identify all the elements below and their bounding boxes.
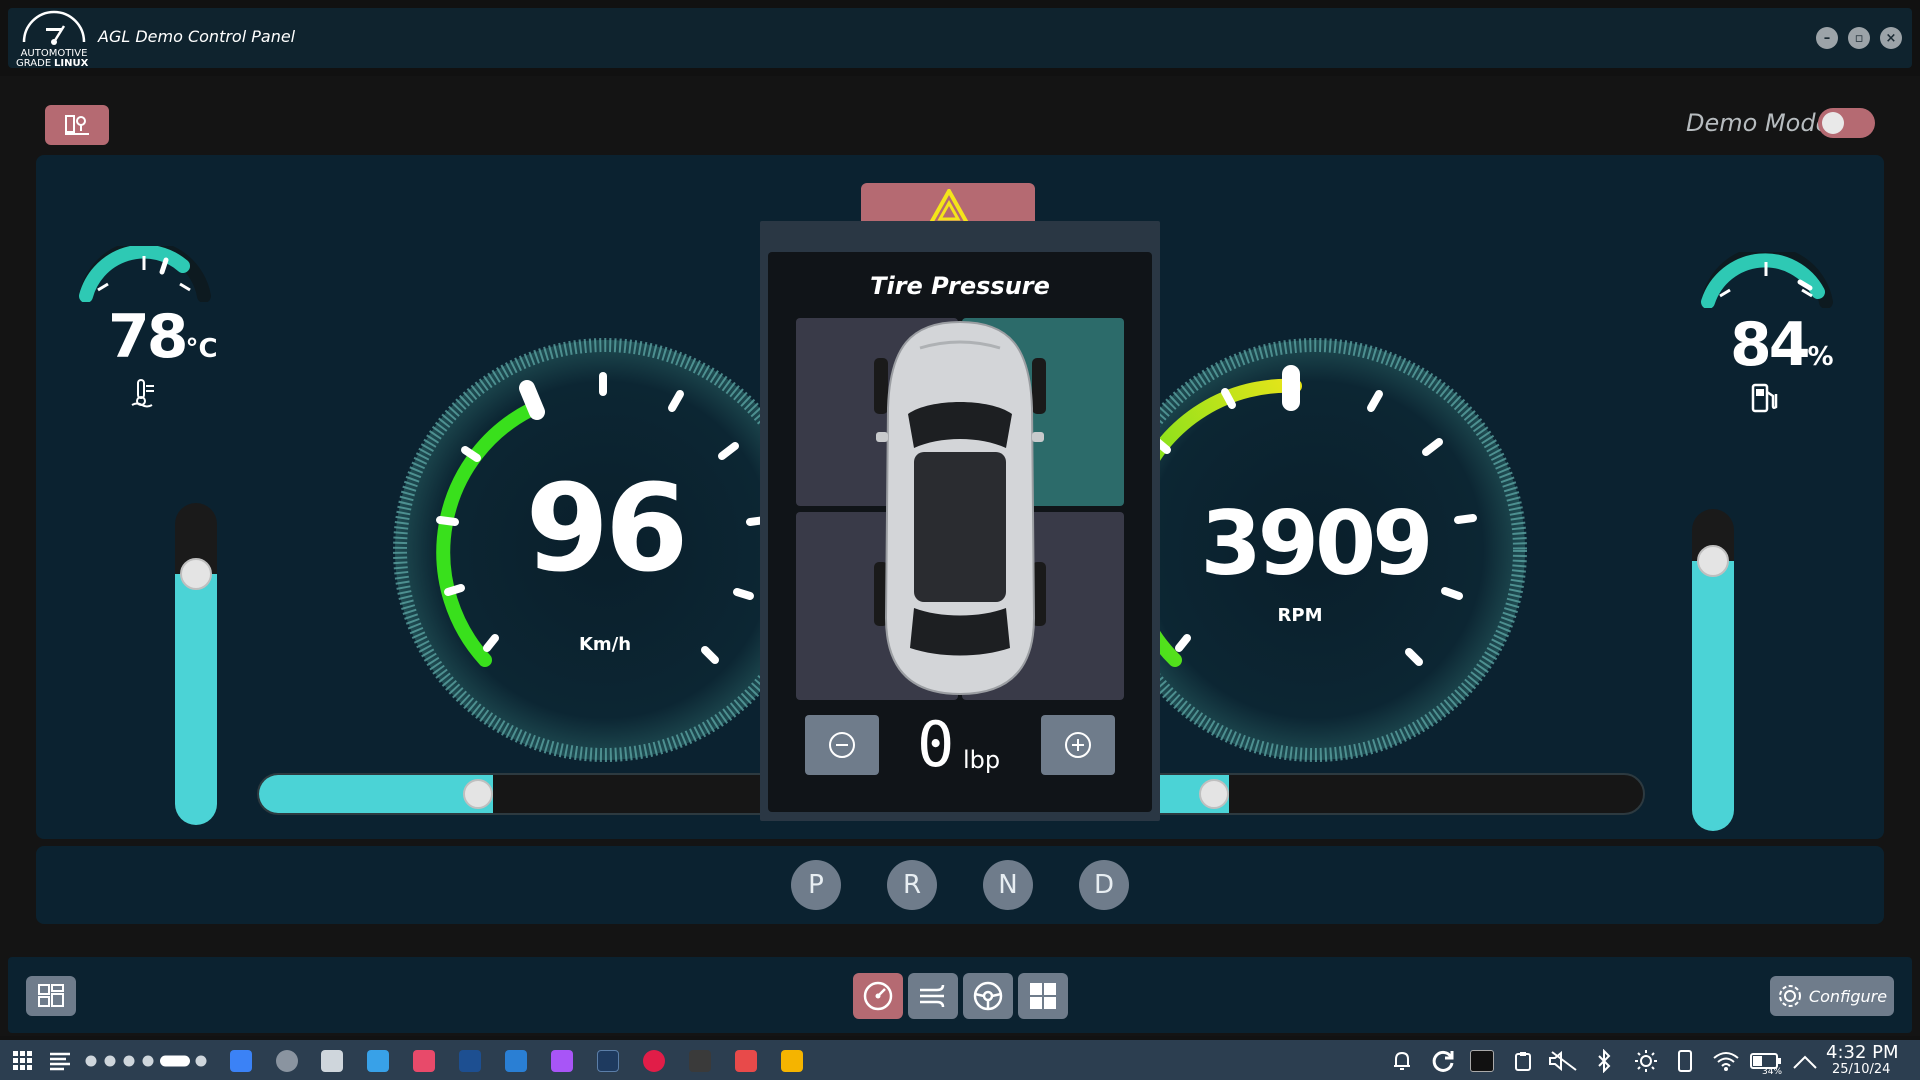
logo-text-2: GRADE: [16, 58, 51, 68]
steering-wheel-icon: [973, 981, 1003, 1011]
navigation-button[interactable]: [45, 105, 109, 145]
fuel-arc-gauge: [1701, 252, 1833, 308]
terminal-tray-icon[interactable]: [1470, 1050, 1494, 1072]
clock-date[interactable]: 25/10/24: [1832, 1062, 1890, 1077]
agl-logo: AUTOMOTIVE GRADE LINUX: [14, 10, 94, 69]
configure-label: Configure: [1808, 986, 1888, 1006]
hazard-warning-tab[interactable]: [861, 183, 1035, 225]
github-app-icon[interactable]: [551, 1050, 573, 1072]
tire-pressure-title: Tire Pressure: [870, 272, 1050, 300]
temperature-slider-thumb[interactable]: [180, 558, 212, 590]
temperature-readout: 78°C: [108, 302, 218, 372]
fuel-unit: %: [1807, 342, 1834, 372]
gear-selector-bar: [36, 846, 1884, 924]
coolant-temperature-icon: [131, 379, 154, 408]
widgets-app-icon[interactable]: [321, 1050, 343, 1072]
clipboard-icon[interactable]: [1514, 1050, 1532, 1072]
layout-grid-button[interactable]: [26, 976, 76, 1016]
app-dashboard-button[interactable]: [1018, 973, 1068, 1019]
gear-n-button[interactable]: N: [983, 860, 1033, 910]
layout-grid-icon: [38, 984, 64, 1007]
toggle-knob: [1822, 112, 1844, 134]
app-launcher-icon[interactable]: [12, 1050, 34, 1072]
fuel-readout: 84%: [1730, 310, 1834, 380]
minimize-button[interactable]: –: [1816, 27, 1838, 49]
files-app-icon[interactable]: [367, 1050, 389, 1072]
maximize-button[interactable]: ▫: [1848, 27, 1870, 49]
steam-app-icon[interactable]: [459, 1050, 481, 1072]
browser-app-icon[interactable]: [413, 1050, 435, 1072]
app-speedometer-button[interactable]: [853, 973, 903, 1019]
speed-value: 96: [525, 460, 689, 599]
fuel-pump-icon: [1751, 383, 1778, 413]
clock-time[interactable]: 4:32 PM: [1826, 1042, 1899, 1063]
demo-mode-toggle[interactable]: [1818, 108, 1875, 138]
battery-percent: 34%: [1762, 1067, 1783, 1077]
terminal-app-icon[interactable]: [689, 1050, 711, 1072]
bluetooth-icon[interactable]: [1596, 1049, 1612, 1073]
rpm-value: 3909: [1200, 492, 1434, 595]
fan-wind-icon: [920, 984, 945, 1008]
hazard-triangle-icon: [929, 189, 969, 225]
finder-app-icon[interactable]: [230, 1050, 252, 1072]
recorder-app-icon[interactable]: [643, 1050, 665, 1072]
close-button[interactable]: ×: [1880, 27, 1902, 49]
tire-pressure-unit: lbp: [963, 746, 1001, 774]
slides-app-icon[interactable]: [735, 1050, 757, 1072]
window-title: AGL Demo Control Panel: [98, 27, 296, 46]
decrease-pressure-button[interactable]: [805, 715, 879, 775]
powershell-app-icon[interactable]: [597, 1050, 619, 1072]
gear-p-button[interactable]: P: [791, 860, 841, 910]
workspace-overview-icon[interactable]: [48, 1050, 72, 1072]
fuel-value: 84: [1730, 310, 1810, 380]
workspace-indicator[interactable]: [84, 1054, 208, 1068]
bottom-app-bar: [8, 957, 1912, 1033]
chevron-up-icon[interactable]: [1792, 1054, 1818, 1070]
speed-unit: Km/h: [578, 634, 632, 655]
wifi-icon[interactable]: [1712, 1050, 1740, 1072]
map-pin-icon: [65, 115, 89, 135]
temperature-unit: °C: [185, 334, 218, 364]
rpm-slider-thumb[interactable]: [1199, 779, 1229, 809]
temperature-value: 78: [108, 302, 188, 372]
temperature-slider-fill: [175, 574, 217, 825]
gear-r-button[interactable]: R: [887, 860, 937, 910]
writer-app-icon[interactable]: [781, 1050, 803, 1072]
tire-pressure-value: 0: [917, 708, 955, 781]
vscode-app-icon[interactable]: [505, 1050, 527, 1072]
dashboard-grid-icon: [1030, 983, 1056, 1009]
temperature-slider[interactable]: [175, 503, 217, 825]
configure-button[interactable]: Configure: [1770, 976, 1894, 1016]
fuel-slider-thumb[interactable]: [1697, 545, 1729, 577]
plus-circle-icon: [1065, 732, 1091, 758]
fuel-slider-fill: [1692, 561, 1734, 831]
increase-pressure-button[interactable]: [1041, 715, 1115, 775]
minus-circle-icon: [829, 732, 855, 758]
fuel-slider[interactable]: [1692, 509, 1734, 831]
gear-icon: [1778, 985, 1801, 1007]
settings-app-icon[interactable]: [276, 1050, 298, 1072]
temperature-arc-gauge: [79, 246, 211, 302]
logo-text-3: LINUX: [54, 58, 89, 68]
gear-d-button[interactable]: D: [1079, 860, 1129, 910]
app-hvac-button[interactable]: [908, 973, 958, 1019]
speed-slider-thumb[interactable]: [463, 779, 493, 809]
brightness-icon[interactable]: [1634, 1049, 1658, 1073]
rpm-unit: RPM: [1277, 605, 1323, 626]
app-steering-button[interactable]: [963, 973, 1013, 1019]
car-top-view-image: [874, 320, 1046, 696]
volume-muted-icon[interactable]: [1548, 1050, 1578, 1072]
speed-slider-fill: [259, 775, 493, 813]
demo-mode-label: Demo Mode: [1686, 109, 1831, 137]
phone-link-icon[interactable]: [1678, 1050, 1692, 1072]
notification-bell-icon[interactable]: [1392, 1050, 1412, 1072]
sync-icon[interactable]: [1430, 1048, 1456, 1074]
speedometer-icon: [863, 981, 893, 1011]
